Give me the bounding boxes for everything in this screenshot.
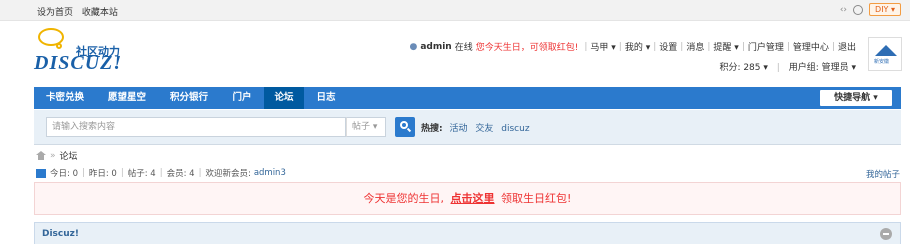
separator: | (741, 41, 745, 52)
menu-logout[interactable]: 退出 (838, 40, 856, 53)
breadcrumb-separator: » (50, 150, 56, 161)
hot-keyword[interactable]: discuz (501, 124, 529, 134)
menu-mine[interactable]: 我的 ▾ (625, 40, 650, 53)
menu-messages[interactable]: 消息 (686, 40, 704, 53)
menu-mine-label: 我的 (624, 43, 643, 53)
hot-search-label: 热搜: (421, 124, 443, 134)
menu-portal-admin[interactable]: 门户管理 (748, 40, 784, 53)
separator: | (653, 41, 657, 52)
separator: | (120, 168, 124, 178)
separator: | (198, 168, 202, 178)
search-type-label: 帖子 (352, 122, 371, 132)
username-link[interactable]: admin (420, 42, 451, 52)
my-posts-link[interactable]: 我的帖子 (866, 168, 900, 180)
nav-item-wish-sky[interactable]: 愿望星空 (96, 87, 158, 109)
nav-item-points-bank[interactable]: 积分银行 (158, 87, 220, 109)
code-arrows-icon[interactable]: ‹› (840, 5, 847, 15)
hot-keyword[interactable]: 交友 (475, 124, 493, 134)
search-bar: 请输入搜索内容 帖子 ▾ 热搜: 活动 交友 discuz (34, 110, 901, 145)
separator: | (618, 41, 622, 52)
breadcrumb: » 论坛 (36, 149, 78, 162)
birthday-notice: 今天是您的生日, 点击这里 领取生日红包! (34, 182, 901, 215)
search-icon-handle (406, 127, 412, 133)
points-label: 积分: 285 (719, 63, 761, 73)
home-icon[interactable] (36, 151, 46, 160)
forum-category-title[interactable]: Discuz! (42, 229, 79, 239)
nav-item-portal[interactable]: 门户 (220, 87, 264, 109)
top-right: ‹› DIY ▾ (840, 3, 901, 16)
menu-reminders[interactable]: 提醒 ▾ (713, 40, 738, 53)
online-status: 在线 (454, 43, 473, 53)
mountain-icon (875, 45, 897, 56)
logo-brand: DISCUZ! (34, 52, 123, 74)
group-label: 用户组: 管理员 (788, 63, 849, 73)
points-menu[interactable]: 积分: 285 ▾ (719, 63, 767, 73)
stat-posts: 帖子: 4 (127, 169, 156, 179)
top-links: 设为首页 收藏本站 (37, 5, 124, 18)
separator: | (159, 168, 163, 178)
speech-bubble-tail (56, 43, 62, 49)
globe-icon[interactable] (853, 4, 864, 15)
forum-category-header: Discuz! (34, 222, 901, 244)
diy-button[interactable]: DIY ▾ (869, 3, 901, 16)
search-input[interactable]: 请输入搜索内容 (46, 117, 346, 137)
user-bar: ● admin 在线 您今天生日，可领取红包! | 马甲 ▾ | 我的 ▾ | … (409, 40, 856, 54)
birthday-link[interactable]: 您今天生日，可领取红包! (476, 40, 579, 53)
user-icon: ● (409, 41, 418, 52)
avatar[interactable]: 新安徽 (868, 37, 902, 71)
notice-text-after: 领取生日红包! (501, 192, 572, 205)
menu-majia[interactable]: 马甲 ▾ (590, 40, 615, 53)
notice-text-before: 今天是您的生日, (363, 192, 445, 205)
nav-item-forum[interactable]: 论坛 (264, 87, 304, 109)
group-menu[interactable]: 用户组: 管理员 ▾ (789, 63, 856, 73)
nav-item-blog[interactable]: 日志 (304, 87, 348, 109)
quick-nav-button[interactable]: 快捷导航 ▾ (820, 90, 892, 106)
stat-yesterday: 昨日: 0 (88, 169, 117, 179)
breadcrumb-current[interactable]: 论坛 (60, 149, 78, 162)
menu-settings[interactable]: 设置 (659, 40, 677, 53)
set-home-link[interactable]: 设为首页 (37, 8, 73, 18)
forum-stats: 今日: 0 | 昨日: 0 | 帖子: 4 | 会员: 4 | 欢迎新会员: a… (36, 167, 286, 179)
stat-welcome: 欢迎新会员: (205, 169, 251, 179)
avatar-text: 新安徽 (874, 59, 890, 65)
hot-search: 热搜: 活动 交友 discuz (421, 121, 535, 134)
hot-keyword[interactable]: 活动 (449, 124, 467, 134)
stat-members: 会员: 4 (166, 169, 195, 179)
menu-reminders-label: 提醒 (713, 43, 732, 53)
separator: | (707, 41, 711, 52)
separator: | (776, 63, 780, 73)
user-bar-secondary: 积分: 285 ▾ | 用户组: 管理员 ▾ (719, 60, 856, 73)
menu-majia-label: 马甲 (590, 43, 609, 53)
separator: | (786, 41, 790, 52)
new-member-link[interactable]: admin3 (254, 168, 286, 178)
favorite-link[interactable]: 收藏本站 (82, 8, 118, 18)
collapse-icon[interactable] (880, 228, 892, 240)
top-bar: 设为首页 收藏本站 ‹› DIY ▾ (0, 0, 910, 21)
site-logo[interactable]: 社区动力 DISCUZ! (34, 26, 134, 76)
separator: | (680, 41, 684, 52)
separator: | (831, 41, 835, 52)
search-type-select[interactable]: 帖子 ▾ (346, 117, 386, 137)
search-button[interactable] (395, 117, 415, 137)
separator: | (584, 41, 588, 52)
separator: | (81, 168, 85, 178)
stat-today: 今日: 0 (50, 169, 78, 179)
main-nav: 卡密兑换 愿望星空 积分银行 门户 论坛 日志 快捷导航 ▾ (34, 87, 901, 109)
menu-admin-center[interactable]: 管理中心 (793, 40, 829, 53)
nav-item-card-exchange[interactable]: 卡密兑换 (34, 87, 96, 109)
stats-chart-icon[interactable] (36, 168, 46, 178)
diy-label: DIY (875, 5, 889, 14)
notice-link[interactable]: 点击这里 (451, 192, 495, 205)
quick-nav-label: 快捷导航 (834, 93, 871, 103)
